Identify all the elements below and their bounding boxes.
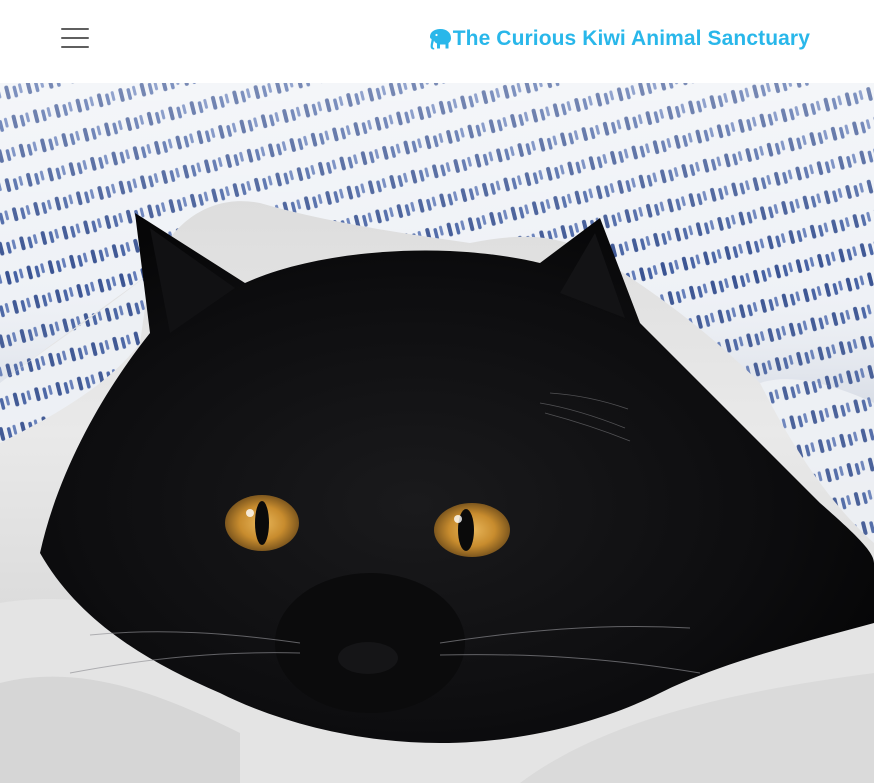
hamburger-menu-icon (61, 28, 89, 30)
brand-title: The Curious Kiwi Animal Sanctuary (452, 27, 810, 50)
black-cat-image (0, 83, 874, 783)
hero-image (0, 83, 874, 783)
navbar: The Curious Kiwi Animal Sanctuary (0, 0, 874, 83)
brand-link[interactable]: The Curious Kiwi Animal Sanctuary (426, 25, 810, 53)
elephant-icon (429, 29, 451, 50)
page: The Curious Kiwi Animal Sanctuary (0, 0, 874, 783)
hamburger-menu-line (61, 37, 89, 39)
hamburger-menu-line (61, 46, 89, 48)
hamburger-menu-button[interactable] (58, 22, 94, 56)
